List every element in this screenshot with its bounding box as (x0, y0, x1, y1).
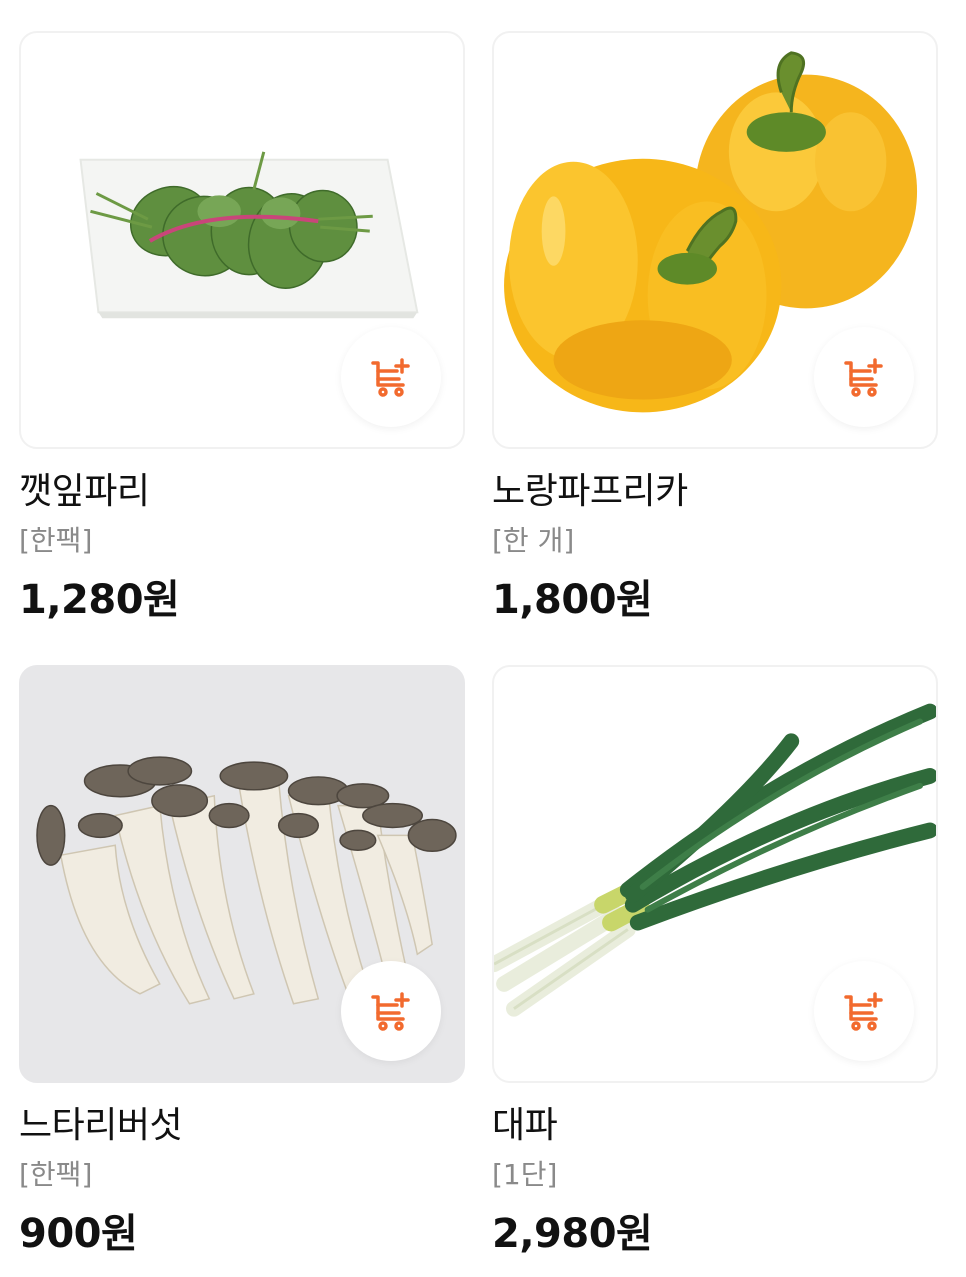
product-price: 1,800원 (492, 577, 653, 623)
product-name[interactable]: 노랑파프리카 (492, 469, 938, 515)
product-image-perilla-leaves[interactable] (19, 31, 465, 449)
product-image-green-onion[interactable] (492, 665, 938, 1083)
add-to-cart-icon (844, 358, 883, 397)
add-to-cart-button[interactable] (341, 327, 441, 427)
add-to-cart-icon (844, 992, 883, 1031)
product-card[interactable]: 노랑파프리카 [한 개] 1,800원 (492, 31, 938, 625)
product-price: 1,280원 (19, 577, 180, 623)
product-card[interactable]: 대파 [1단] 2,980원 (492, 665, 938, 1259)
product-image-oyster-mushrooms[interactable] (19, 665, 465, 1083)
product-name[interactable]: 대파 (492, 1103, 938, 1149)
product-unit: [1단] (492, 1158, 558, 1191)
product-name[interactable]: 깻잎파리 (19, 469, 465, 515)
product-price: 900원 (19, 1211, 138, 1257)
product-card[interactable]: 느타리버섯 [한팩] 900원 (19, 665, 465, 1259)
add-to-cart-button[interactable] (814, 327, 914, 427)
product-unit: [한팩] (19, 524, 93, 557)
product-image-yellow-paprika[interactable] (492, 31, 938, 449)
product-unit: [한 개] (492, 524, 575, 557)
add-to-cart-button[interactable] (814, 961, 914, 1061)
product-grid: 깻잎파리 [한팩] 1,280원 노랑파프리카 [한 개] 1,800원 느타리… (0, 0, 966, 1277)
add-to-cart-icon (371, 992, 410, 1031)
product-unit: [한팩] (19, 1158, 93, 1191)
add-to-cart-button[interactable] (341, 961, 441, 1061)
product-price: 2,980원 (492, 1211, 653, 1257)
product-name[interactable]: 느타리버섯 (19, 1103, 465, 1149)
product-card[interactable]: 깻잎파리 [한팩] 1,280원 (19, 31, 465, 625)
add-to-cart-icon (371, 358, 410, 397)
